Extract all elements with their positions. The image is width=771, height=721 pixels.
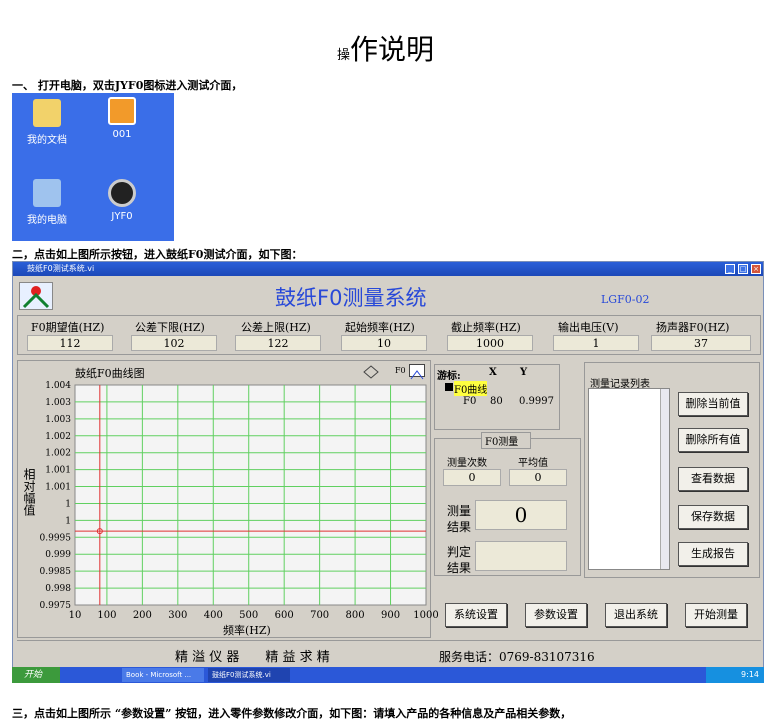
footer-divider [17,640,761,641]
judge-label-1: 判定 [447,545,472,559]
x-tick-label: 10 [69,610,82,621]
desktop-icon-my-computer[interactable]: 我的电脑 [17,179,77,226]
y-tick-label: 1.004 [45,381,71,391]
average-label: 平均值 [518,458,548,469]
x-tick-label: 400 [204,610,223,621]
param-value-speaker-f0[interactable]: 37 [651,335,751,351]
close-button[interactable]: × [751,264,761,274]
y-tick-label: 0.9985 [40,567,72,577]
count-value: 0 [443,469,501,486]
result-label-1: 测量 [447,504,472,518]
maximize-button[interactable]: □ [738,264,748,274]
folder-icon [33,99,61,127]
bmp-file-icon [108,97,136,125]
y-tick-label: 1.002 [45,432,71,442]
param-value-output-voltage[interactable]: 1 [553,335,639,351]
param-label-output-voltage: 输出电压(V) [558,321,619,334]
cursor-x-value: 80 [490,396,503,407]
x-tick-label: 300 [168,610,187,621]
x-tick-label: 500 [239,610,258,621]
param-settings-button[interactable]: 参数设置 [525,603,587,627]
x-tick-label: 600 [275,610,294,621]
result-label-2: 结果 [447,520,472,534]
cursor-series-name: F0 [463,396,477,407]
taskbar-clock: 9:14 [706,667,764,683]
y-tick-label: 1.003 [45,398,71,408]
y-tick-label: 0.999 [45,550,71,560]
plot-area [74,384,427,606]
cursor-curve-name[interactable]: F0曲线 [454,381,488,396]
cursor-x-header: X [489,367,497,378]
delete-all-button[interactable]: 删除所有值 [678,428,748,452]
start-button[interactable]: 开始 [12,667,60,683]
param-value-stop-freq[interactable]: 1000 [447,335,533,351]
y-tick-label: 1 [65,516,71,526]
record-list-scrollbar[interactable] [660,389,669,569]
exit-system-button[interactable]: 退出系统 [605,603,667,627]
save-data-button[interactable]: 保存数据 [678,505,748,529]
x-tick-label: 100 [97,610,116,621]
app-window: 鼓纸F0测试系统.vi _ □ × 鼓纸F0测量系统 LGF0-02 F0期望值… [12,261,764,683]
step-3-text: 三，点击如上图所示 “参数设置” 按钮，进入零件参数修改介面，如下图：请填入产品… [12,707,572,720]
speaker-icon [108,179,136,207]
curve-swatch-icon [445,383,453,391]
y-tick-label: 1.001 [45,483,71,493]
desktop-icon-001[interactable]: 001 [92,97,152,140]
result-value: 0 [475,500,567,530]
step-2-text: 二，点击如上图所示按钮，进入鼓纸F0测试介面，如下图： [12,248,303,261]
judge-label-2: 结果 [447,561,472,575]
view-data-button[interactable]: 查看数据 [678,467,748,491]
y-tick-label: 0.998 [45,584,71,594]
computer-icon [33,179,61,207]
step-1-text: 一、 打开电脑，双击JYF0图标进入测试介面， [12,79,243,92]
doc-title: 操作说明 [336,33,435,66]
count-label: 测量次数 [447,458,487,469]
taskbar-item-f0-system[interactable]: 鼓纸F0测试系统.vi [208,668,290,682]
f0-chart[interactable]: 10 100 200 300 400 500 600 700 800 900 1000 1.004 1.… [13,262,443,642]
y-tick-label: 0.9995 [40,533,72,543]
x-tick-label: 200 [133,610,152,621]
param-label-stop-freq: 截止频率(HZ) [451,321,521,334]
desktop-screenshot: 我的文档 001 我的电脑 JYF0 [12,93,174,241]
model-number: LGF0-02 [601,293,650,306]
record-list[interactable] [588,388,670,570]
desktop-icon-my-documents[interactable]: 我的文档 [17,99,77,146]
judge-value [475,541,567,571]
y-tick-label: 1.001 [45,466,71,476]
taskbar: 开始 Book - Microsoft ... 鼓纸F0测试系统.vi 9:14 [12,667,764,683]
desktop-icon-jyf0[interactable]: JYF0 [92,179,152,222]
generate-report-button[interactable]: 生成报告 [678,542,748,566]
param-label-speaker-f0: 扬声器F0(HZ) [656,321,730,334]
x-tick-label: 800 [346,610,365,621]
measure-group-title: F0测量 [481,432,532,449]
y-tick-label: 1.002 [45,449,71,459]
x-tick-label: 1000 [413,610,438,621]
cursor-y-header: Y [520,367,528,378]
y-tick-label: 1.003 [45,415,71,425]
x-tick-label: 700 [310,610,329,621]
start-measure-button[interactable]: 开始测量 [685,603,747,627]
cursor-y-value: 0.9997 [519,396,554,407]
system-settings-button[interactable]: 系统设置 [445,603,507,627]
x-tick-label: 900 [381,610,400,621]
minimize-button[interactable]: _ [725,264,735,274]
cursor-label: 游标: [437,371,461,382]
delete-current-button[interactable]: 删除当前值 [678,392,748,416]
service-phone: 服务电话：0769-83107316 [439,650,595,664]
taskbar-item-book[interactable]: Book - Microsoft ... [122,668,204,682]
average-value: 0 [509,469,567,486]
company-slogan: 精 溢 仪 器 精 益 求 精 [175,650,330,665]
y-tick-label: 0.9975 [40,601,72,611]
y-tick-label: 1 [65,499,71,509]
